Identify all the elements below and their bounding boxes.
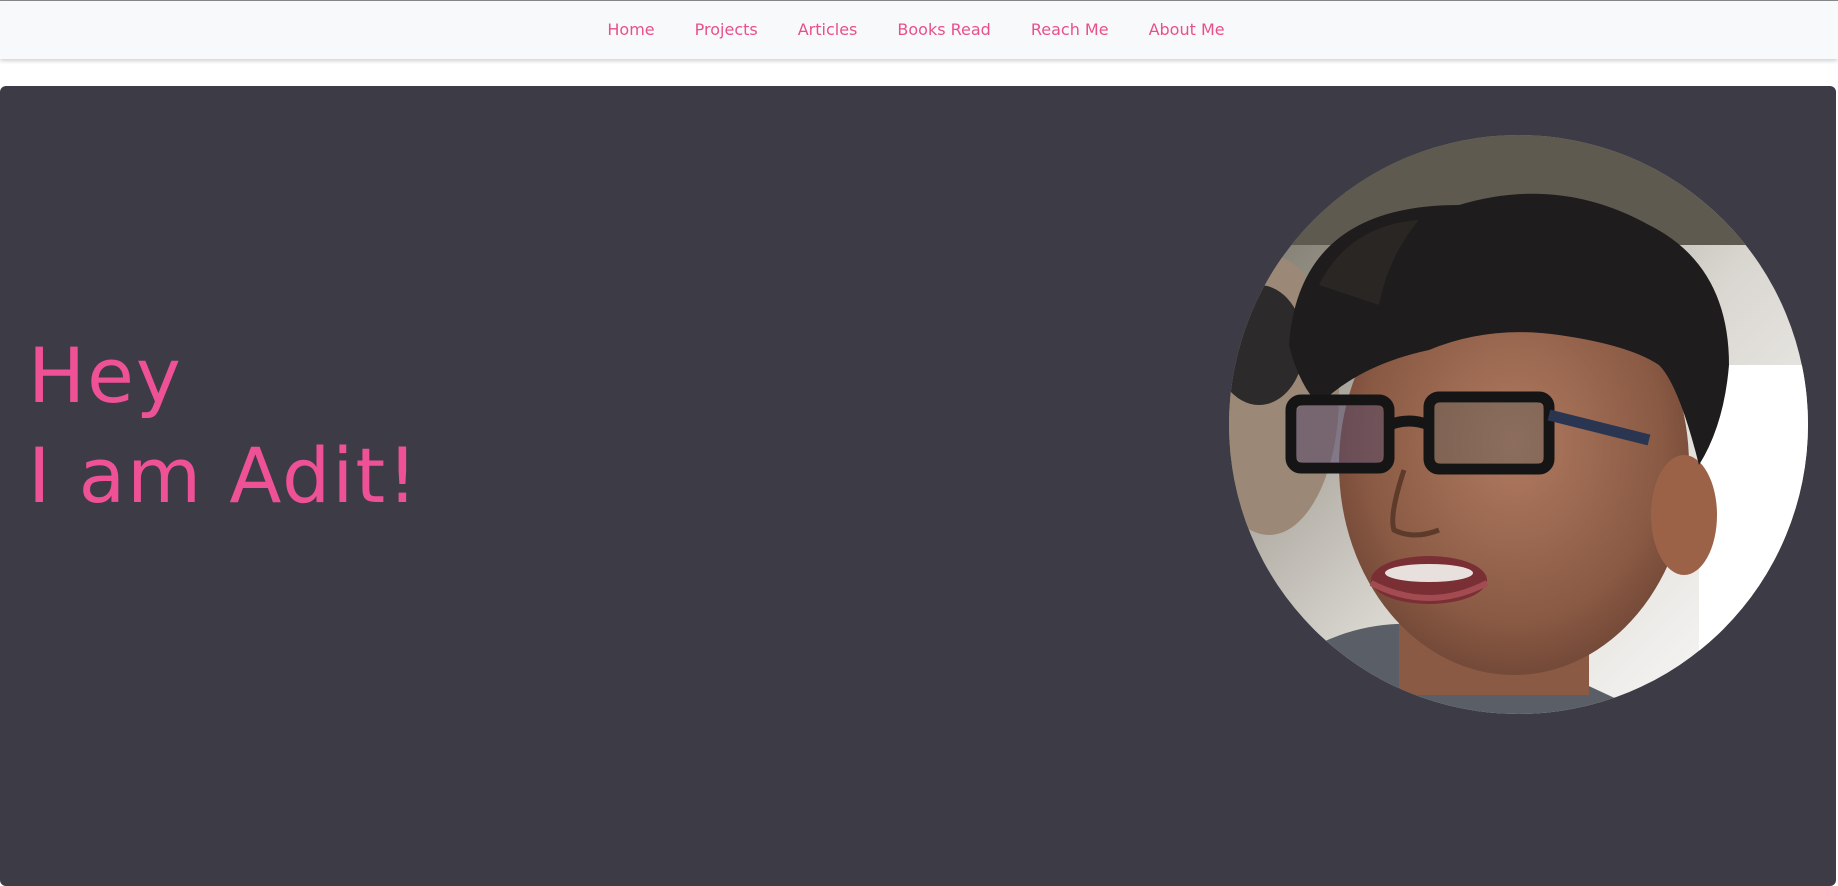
nav-list: Home Projects Articles Books Read Reach … <box>587 18 1244 42</box>
greeting-line-1: Hey <box>28 331 183 420</box>
nav-link-articles[interactable]: Articles <box>778 20 878 39</box>
hero-section: Hey I am Adit! <box>0 86 1836 886</box>
nav-item-articles: Articles <box>778 18 878 42</box>
nav-link-books-read[interactable]: Books Read <box>877 20 1010 39</box>
top-navbar: Home Projects Articles Books Read Reach … <box>0 1 1838 59</box>
nav-item-reach-me: Reach Me <box>1011 18 1129 42</box>
nav-item-projects: Projects <box>675 18 778 42</box>
nav-link-home[interactable]: Home <box>587 20 674 39</box>
profile-photo-icon <box>1229 135 1808 714</box>
hero-greeting: Hey I am Adit! <box>28 326 420 526</box>
profile-photo <box>1229 135 1808 714</box>
nav-link-about-me[interactable]: About Me <box>1129 20 1245 39</box>
nav-item-books-read: Books Read <box>877 18 1010 42</box>
nav-link-reach-me[interactable]: Reach Me <box>1011 20 1129 39</box>
nav-link-projects[interactable]: Projects <box>675 20 778 39</box>
nav-item-home: Home <box>587 18 674 42</box>
nav-item-about-me: About Me <box>1129 18 1245 42</box>
greeting-line-2: I am Adit! <box>28 431 420 520</box>
